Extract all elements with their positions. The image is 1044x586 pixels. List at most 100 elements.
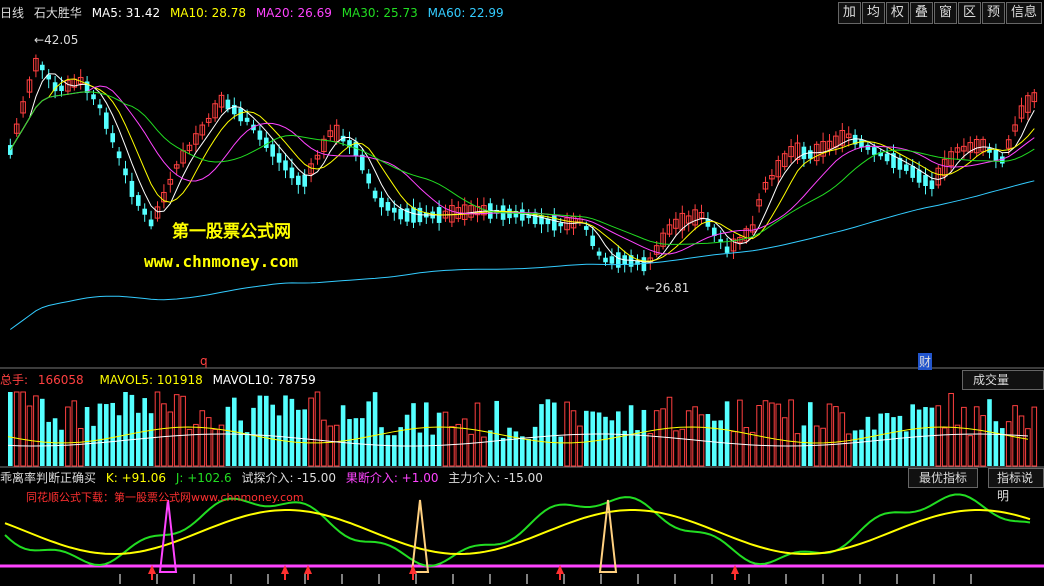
candle-body [148,219,154,227]
candle-body [296,175,301,185]
indicator-decisive-entry: 果断介入: +1.00 [345,471,439,485]
volume-bar [167,411,174,467]
candle-body [865,144,871,150]
flag-q-marker[interactable]: q [200,354,208,368]
volume-bar [897,415,903,466]
volume-bar [461,418,468,467]
volume-bar [1005,421,1012,467]
indicator-k-value: K: +91.06 [105,471,166,485]
ma-line [9,73,1035,263]
candle-body [129,180,135,197]
volume-bar [193,423,199,467]
volume-bar [564,401,570,467]
indicator-name[interactable]: 乖离率判断正确买 [0,471,96,485]
volume-bar [77,427,84,467]
mavol10-label: MAVOL10: 78759 [212,373,316,387]
volume-bar [1012,405,1018,467]
candle-body [372,190,378,199]
candle-body [558,222,563,227]
volume-bar [794,433,801,467]
volume-bar [199,410,206,467]
candle-body [385,202,391,211]
indicator-header: 乖离率判断正确买 K: +91.06 J: +102.6 试探介入: -15.0… [0,469,549,487]
best-indicator-button[interactable]: 最优指标 [908,468,979,488]
candle-body [808,150,813,159]
volume-header: 总手: 166058 MAVOL5: 101918 MAVOL10: 78759 [0,371,322,389]
volume-bar [110,402,115,466]
volume-bar [545,399,551,466]
volume-bar [398,427,403,466]
volume-bar [59,429,64,466]
indicator-series [0,493,1044,584]
volume-bar [603,416,608,466]
mavol5-label: MAVOL5: 101918 [99,373,203,387]
flag-finance-marker[interactable]: 财 [918,353,933,370]
volume-bar [372,392,378,466]
volume-bar [65,406,71,467]
volume-bar [749,431,756,467]
candle-body [360,154,365,171]
volume-bar [590,411,595,466]
candle-body [116,151,122,159]
volume-bar [641,409,647,466]
volume-bar [333,424,340,467]
volume-bar [628,405,634,466]
volume-bar [839,412,846,467]
volume-bar [442,411,449,467]
candle-body [609,256,615,264]
volume-bar [973,406,980,467]
candle-body [91,94,96,100]
volume-bar [340,405,346,466]
candle-body [584,226,589,230]
candle-body [520,209,525,221]
volume-bar [653,410,660,467]
volume-bar [507,427,512,466]
volume-button[interactable]: 成交量 [962,370,1044,390]
volume-bar [123,392,128,466]
low-price-label: ←26.81 [645,281,690,295]
k-line [4,493,1031,568]
candle-body [603,257,608,263]
candle-body [136,195,141,206]
candle-body [379,197,384,208]
volume-bar [225,406,231,466]
volume-bar [91,425,96,466]
volume-bar [539,404,544,466]
volume-bar [161,403,167,467]
arrow-left-icon: ← [34,33,45,47]
volume-bar [488,430,493,466]
candle-body [110,133,115,143]
volume-bar [33,395,39,467]
volume-bar [705,414,711,466]
candle-body [916,169,922,183]
indicator-help-button[interactable]: 指标说明 [988,468,1044,503]
volume-bar [8,392,13,466]
volume-bar [430,434,435,466]
volume-bar [788,399,794,467]
volume-bar [392,435,397,466]
high-price-label: ←42.05 [34,33,79,47]
volume-bar [826,403,833,467]
volume-bar [244,432,250,466]
candle-body [872,147,877,155]
volume-bar [424,402,429,466]
volume-bar [948,392,954,467]
volume-bar [129,394,135,466]
candle-body [225,99,231,110]
volume-bar [71,400,78,467]
candle-body [884,153,890,162]
volume-bar [308,397,314,467]
candle-body [904,164,909,171]
volume-bar [1031,406,1038,467]
candle-body [283,160,288,171]
volume-bar [692,406,698,467]
volume-bar [40,398,45,466]
candle-body [392,207,397,213]
volume-bar [679,428,686,467]
volume-bar [251,407,256,466]
candle-body [40,64,45,71]
volume-bar [104,404,109,466]
watermark-url: www.chnmoney.com [144,252,299,271]
volume-bar [993,421,999,466]
volume-bar [596,412,602,466]
